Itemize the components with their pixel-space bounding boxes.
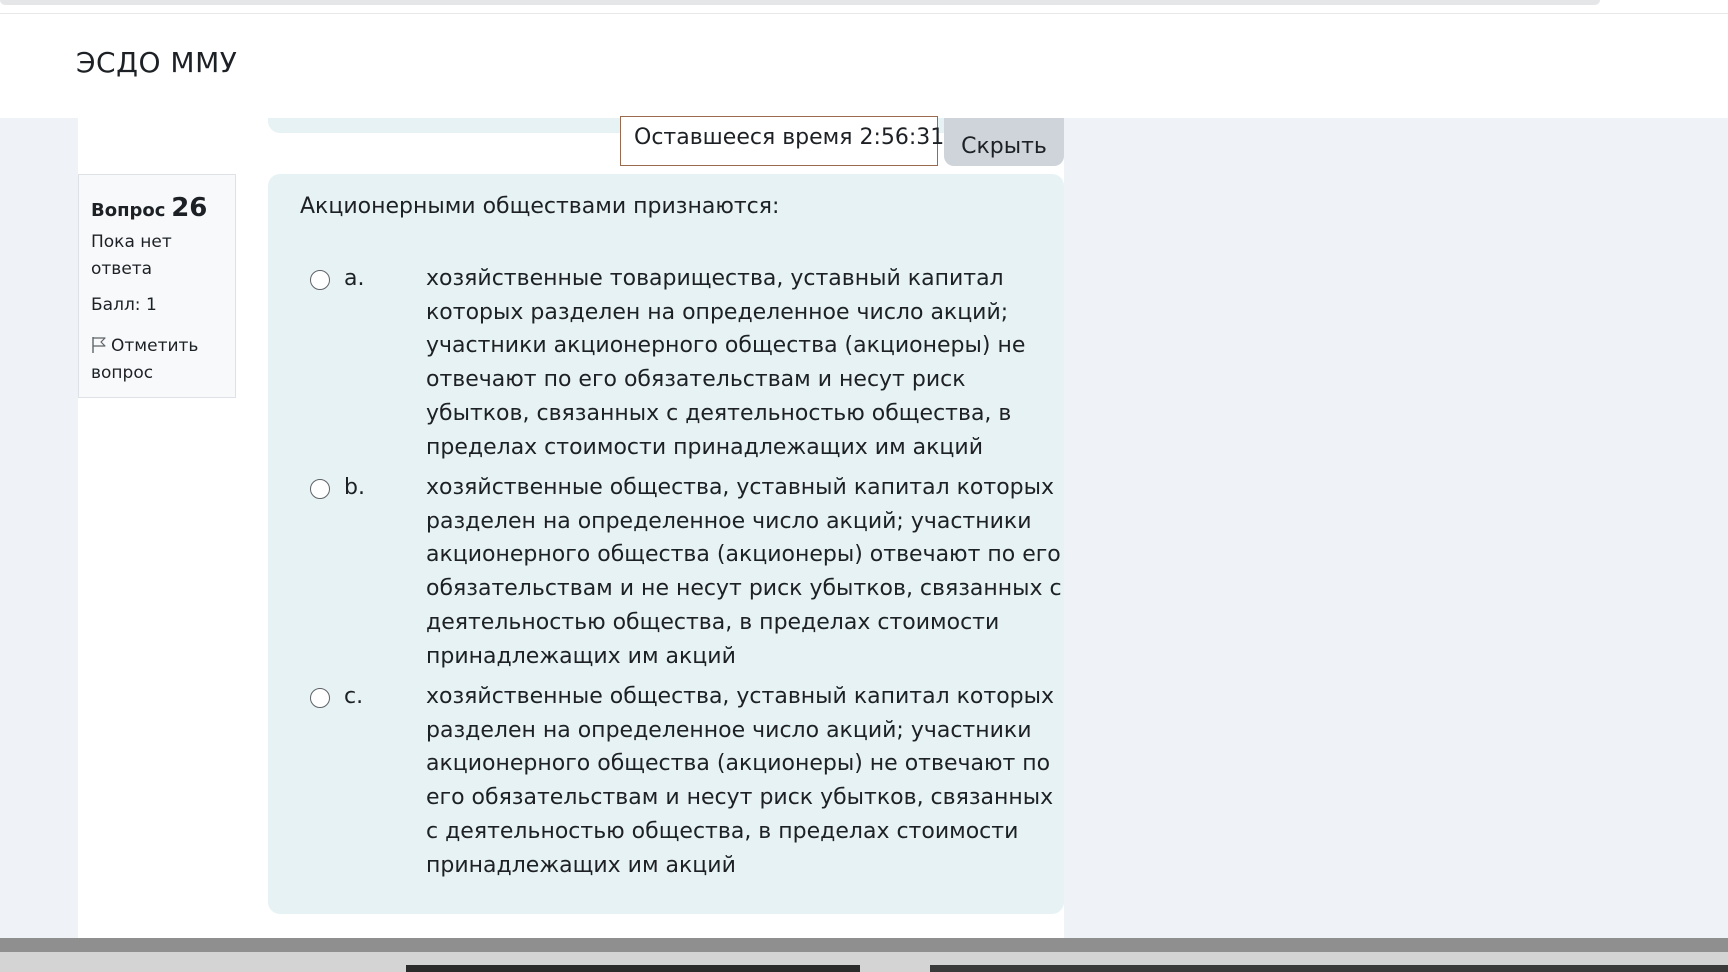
answer-text-a: хозяйственные товарищества, уставный кап… — [426, 266, 1026, 460]
question-card: Акционерными обществами признаются: a. х… — [268, 174, 1064, 914]
site-name-link[interactable]: ЭСДО ММУ — [76, 46, 237, 79]
flag-question-link[interactable]: Отметить вопрос — [91, 333, 235, 387]
answer-radio-b[interactable] — [310, 479, 330, 499]
question-state: Пока нет ответа — [91, 232, 172, 279]
taskbar-segment — [930, 965, 1728, 972]
question-grade: Балл: 1 — [91, 295, 157, 315]
question-text: Акционерными обществами признаются: — [300, 194, 780, 219]
taskbar-segment — [406, 965, 860, 972]
question-label: Вопрос — [91, 200, 166, 221]
answer-letter-c: c. — [344, 684, 364, 709]
browser-top-strip — [0, 0, 1728, 14]
answer-radio-c[interactable] — [310, 688, 330, 708]
answer-text-b: хозяйственные общества, уставный капитал… — [426, 475, 1062, 669]
answer-radio-a[interactable] — [310, 270, 330, 290]
question-number-heading: Вопрос 26 — [91, 193, 207, 223]
answer-option-a[interactable]: a. хозяйственные товарищества, уставный … — [310, 262, 1050, 466]
answer-text-c: хозяйственные общества, уставный капитал… — [426, 684, 1055, 878]
browser-top-pill — [0, 0, 1600, 5]
quiz-timer: Оставшееся время 2:56:31 — [620, 116, 944, 166]
horizontal-scrollbar[interactable] — [0, 938, 1728, 952]
hide-timer-button[interactable]: Скрыть — [944, 118, 1064, 166]
flag-question-label: Отметить вопрос — [91, 336, 199, 383]
answer-letter-b: b. — [344, 475, 365, 500]
answer-letter-a: a. — [344, 266, 365, 291]
question-number: 26 — [171, 193, 208, 223]
answer-option-b[interactable]: b. хозяйственные общества, уставный капи… — [310, 471, 1062, 675]
flag-icon — [92, 337, 106, 353]
site-header: ЭСДО ММУ — [0, 14, 1728, 118]
answer-option-c[interactable]: c. хозяйственные общества, уставный капи… — [310, 680, 1054, 884]
question-info-panel: Вопрос 26 Пока нет ответа Балл: 1 Отмети… — [78, 174, 236, 398]
timer-label: Оставшееся время 2:56:31 — [634, 125, 945, 150]
